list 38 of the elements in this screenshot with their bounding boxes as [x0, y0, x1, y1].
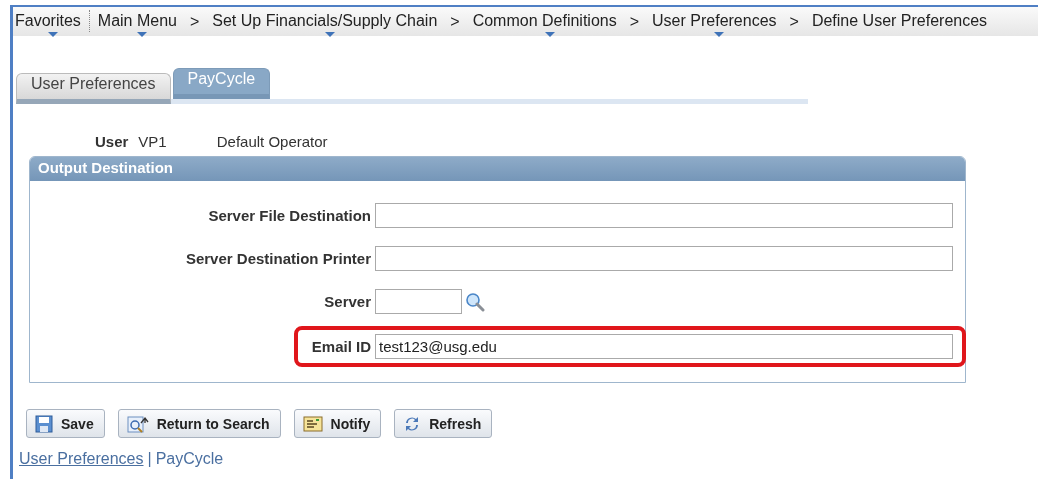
dropdown-arrow-icon[interactable] [714, 32, 725, 37]
breadcrumb-link[interactable]: Main Menu [97, 7, 177, 36]
user-label: User [95, 133, 129, 150]
input-field[interactable] [375, 289, 462, 314]
breadcrumb-separator: > [188, 12, 201, 31]
search-back-icon [126, 414, 149, 433]
refresh-button[interactable]: Refresh [394, 409, 493, 438]
user-description: Default Operator [216, 133, 328, 150]
breadcrumb-link[interactable]: Define User Preferences [811, 7, 988, 36]
tab[interactable]: User Preferences [16, 73, 171, 104]
search-icon[interactable] [465, 291, 485, 312]
return-button[interactable]: Return to Search [117, 409, 281, 438]
dropdown-arrow-icon[interactable] [544, 32, 555, 37]
input-field[interactable]: test123@usg.edu [375, 334, 953, 359]
breadcrumb-separator: > [449, 12, 461, 31]
input-field[interactable] [375, 246, 953, 271]
current-page-text: PayCycle [155, 450, 224, 468]
breadcrumb-link[interactable]: Set Up Financials/Supply Chain [212, 7, 438, 36]
field-label: Server [323, 293, 372, 310]
breadcrumb-link[interactable]: User Preferences [652, 7, 777, 36]
breadcrumb-separator: > [788, 12, 800, 31]
user-id: VP1 [138, 133, 167, 150]
page-link[interactable]: User Preferences [19, 450, 144, 468]
breadcrumb-link[interactable]: Favorites [15, 7, 81, 36]
save-button[interactable]: Save [26, 409, 105, 438]
input-field[interactable] [375, 203, 953, 228]
dropdown-arrow-icon[interactable] [47, 32, 58, 37]
group-title: Output Destination [30, 157, 965, 181]
link-separator: | [147, 450, 152, 468]
dropdown-arrow-icon[interactable] [324, 32, 335, 37]
dropdown-arrow-icon[interactable] [137, 32, 148, 37]
notify-button[interactable]: Notify [293, 409, 382, 438]
field-label: Email ID [310, 338, 372, 355]
field-label: Server Destination Printer [184, 250, 372, 267]
note-icon [302, 415, 323, 432]
breadcrumb-link[interactable]: Common Definitions [472, 7, 617, 36]
field-label: Server File Destination [207, 207, 372, 224]
breadcrumb-separator: > [628, 12, 641, 31]
